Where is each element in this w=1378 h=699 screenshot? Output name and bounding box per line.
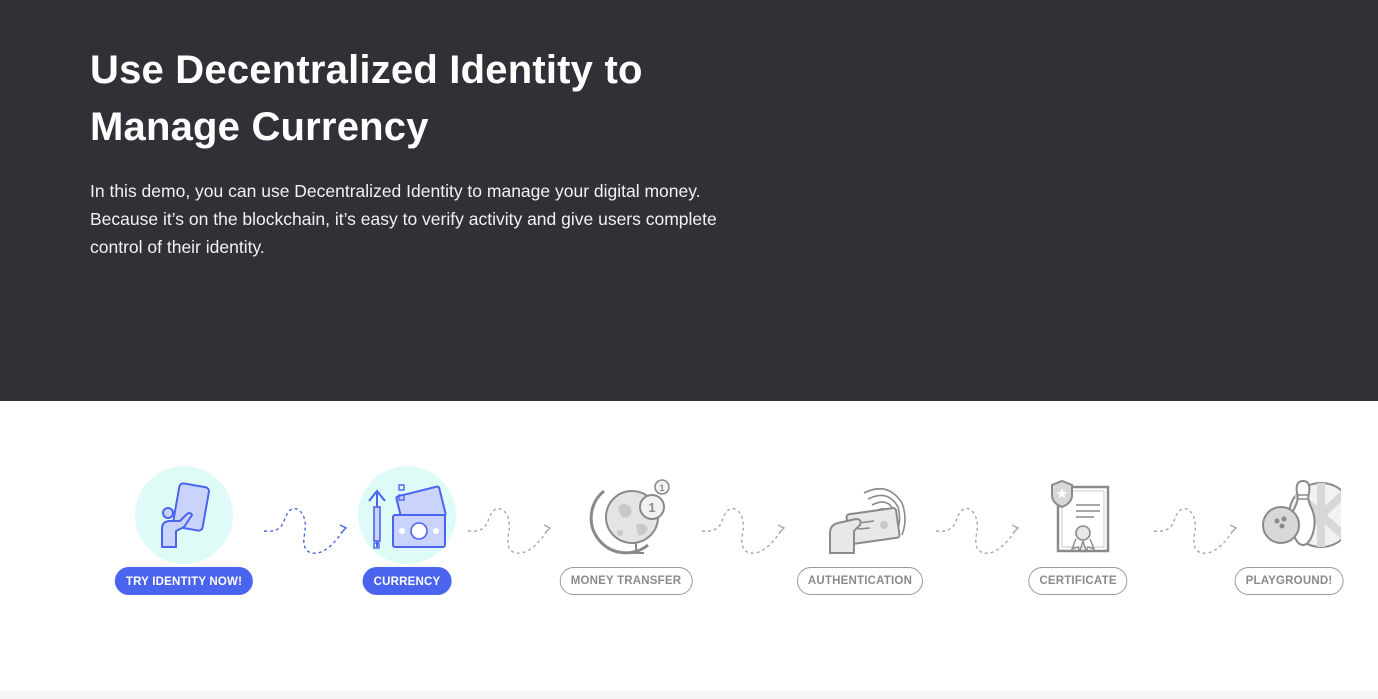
svg-text:1: 1: [659, 483, 664, 493]
footer-strip: [0, 691, 1378, 699]
hero-section: Use Decentralized Identity to Manage Cur…: [0, 0, 1378, 401]
step-connector: [700, 501, 790, 561]
hero-description: In this demo, you can use Decentralized …: [90, 181, 717, 257]
page-title-line1: Use Decentralized Identity to: [90, 48, 643, 92]
page-title: Use Decentralized Identity to Manage Cur…: [90, 42, 790, 156]
bowling-icon: [1237, 463, 1341, 567]
svg-text:1: 1: [648, 500, 655, 515]
step-label-playground[interactable]: PLAYGROUND!: [1234, 567, 1344, 595]
certificate-icon: [1026, 463, 1130, 567]
phone-hand-icon: [132, 463, 236, 567]
step-label-try-identity[interactable]: TRY IDENTITY NOW!: [114, 567, 254, 595]
page-title-line2: Manage Currency: [90, 105, 429, 149]
demo-steps: TRY IDENTITY NOW! CURRENCY 1 1 MONEY TRA…: [0, 401, 1378, 691]
step-label-currency[interactable]: CURRENCY: [362, 567, 452, 595]
step-label-authentication[interactable]: AUTHENTICATION: [796, 567, 924, 595]
step-authentication[interactable]: AUTHENTICATION: [790, 401, 930, 601]
step-certificate[interactable]: CERTIFICATE: [1008, 401, 1148, 601]
step-label-certificate[interactable]: CERTIFICATE: [1028, 567, 1128, 595]
currency-bills-icon: [355, 463, 459, 567]
step-money-transfer[interactable]: 1 1 MONEY TRANSFER: [556, 401, 696, 601]
step-label-money-transfer[interactable]: MONEY TRANSFER: [559, 567, 693, 595]
fingerprint-card-icon: [808, 463, 912, 567]
step-connector: [466, 501, 556, 561]
step-currency[interactable]: CURRENCY: [337, 401, 477, 601]
step-playground[interactable]: PLAYGROUND!: [1219, 401, 1359, 601]
globe-coin-icon: 1 1: [574, 463, 678, 567]
step-try-identity[interactable]: TRY IDENTITY NOW!: [114, 401, 254, 601]
